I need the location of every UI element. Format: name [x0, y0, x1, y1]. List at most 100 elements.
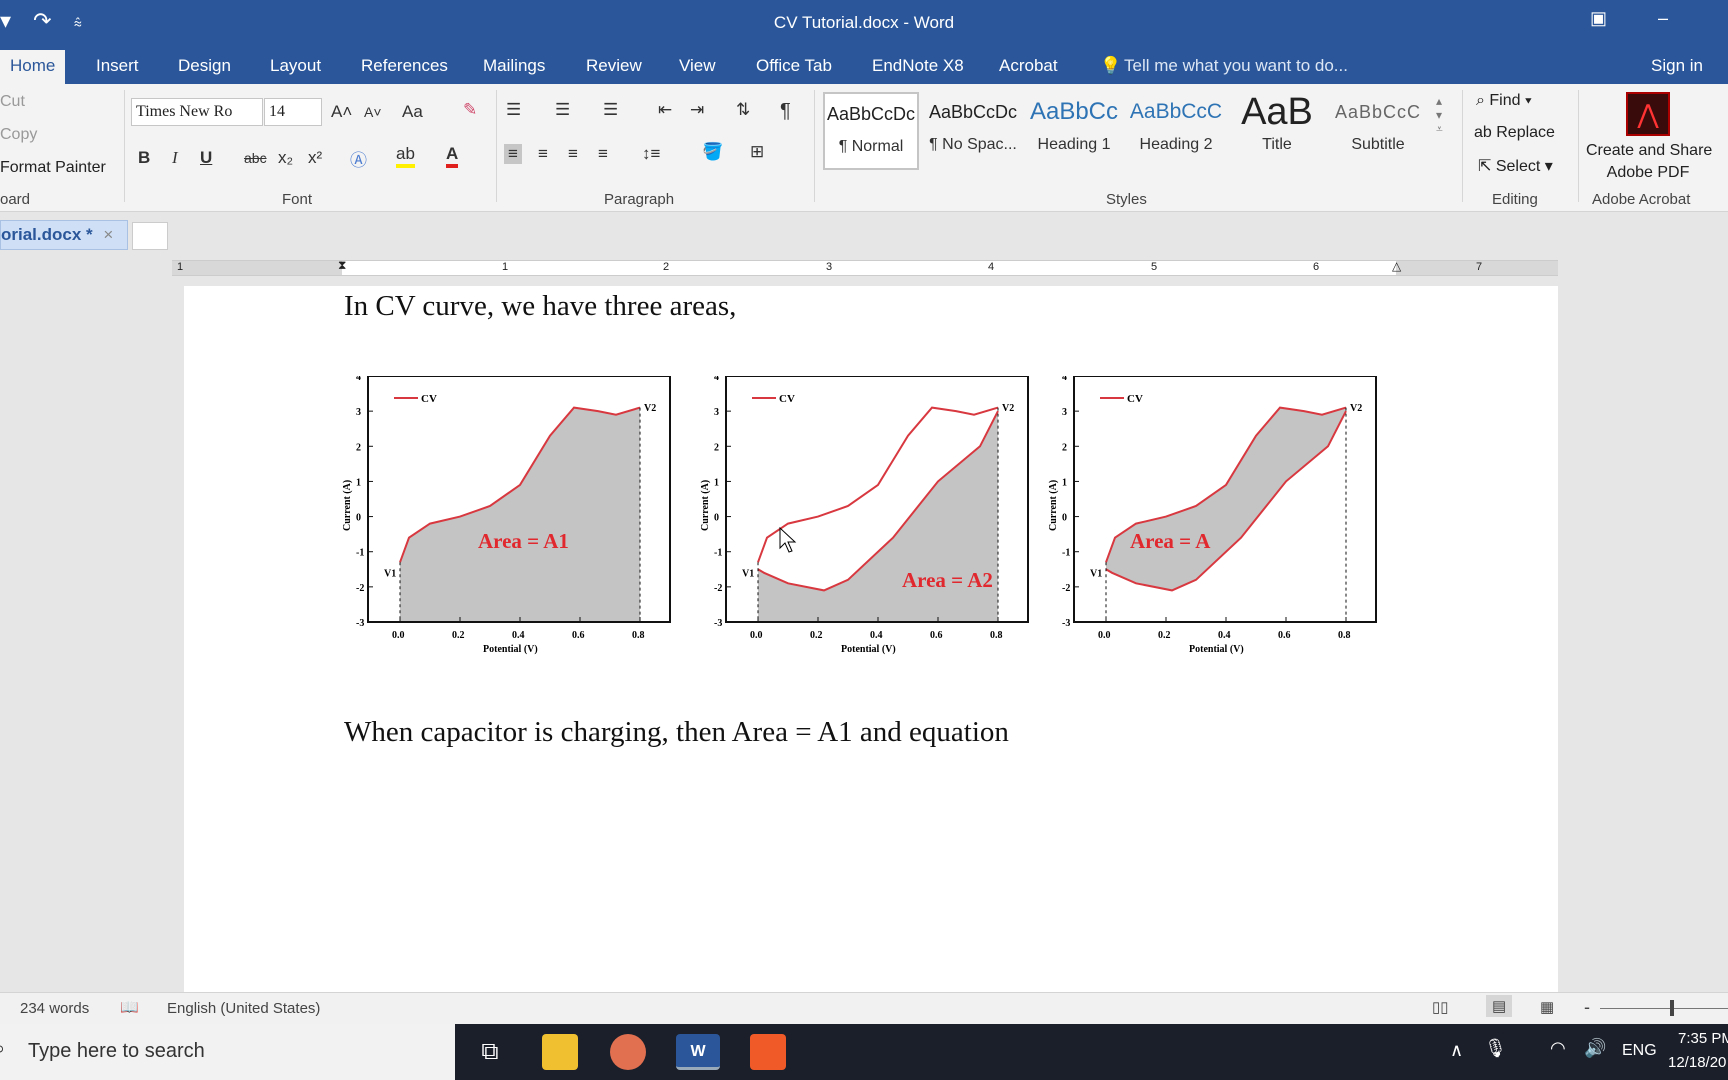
network-icon[interactable]: ◠	[1550, 1038, 1566, 1059]
superscript-button[interactable]: x²	[308, 148, 322, 168]
align-left-icon[interactable]: ≡	[504, 144, 522, 164]
zoom-out-button[interactable]: -	[1584, 997, 1590, 1018]
underline-button[interactable]: U	[200, 148, 212, 168]
microphone-icon[interactable]: 🎙	[1484, 1038, 1507, 1059]
tab-references[interactable]: References	[361, 56, 448, 76]
adobe-pdf-icon[interactable]: ⋀	[1626, 92, 1670, 136]
cut-button[interactable]: Cut	[0, 93, 25, 111]
tab-office-tab[interactable]: Office Tab	[756, 56, 832, 76]
y-axis-label: Current (A)	[342, 480, 353, 531]
file-explorer-icon[interactable]	[542, 1034, 578, 1070]
create-pdf-label[interactable]: Create and Share Adobe PDF	[1586, 140, 1712, 184]
volume-icon[interactable]: 🔊	[1584, 1038, 1606, 1059]
close-icon[interactable]: ×	[103, 225, 113, 244]
style-no-spacing[interactable]: AaBbCcDc ¶ No Spac...	[925, 92, 1021, 170]
bold-button[interactable]: B	[138, 148, 150, 168]
x-tick-label: 0.8	[632, 630, 645, 641]
recorder-icon[interactable]	[750, 1034, 786, 1070]
decrease-indent-icon[interactable]: ⇤	[658, 100, 672, 120]
app-icon[interactable]	[610, 1034, 646, 1070]
line-spacing-icon[interactable]: ↕≡	[642, 144, 660, 164]
increase-indent-icon[interactable]: ⇥	[690, 100, 704, 120]
align-center-icon[interactable]: ≡	[538, 144, 548, 164]
sort-icon[interactable]: ⇅	[736, 100, 750, 120]
cv-panel-1: V1 V2 CV 4 3 2 1 0 -1 -2 -3 0.0 0.2 0.4 0.6 0.8 Potentia…	[342, 376, 671, 655]
doc-tab-active[interactable]: orial.docx * ×	[0, 220, 128, 250]
font-color-icon[interactable]: A	[446, 144, 459, 168]
tab-mailings[interactable]: Mailings	[483, 56, 545, 76]
right-indent-marker-icon[interactable]: △	[1392, 259, 1401, 273]
taskbar-search[interactable]: ⌕ Type here to search	[0, 1024, 455, 1080]
style-subtitle[interactable]: AaBbCcC Subtitle	[1330, 92, 1426, 170]
justify-icon[interactable]: ≡	[598, 144, 608, 164]
x-tick-label: 0.4	[512, 630, 525, 641]
italic-button[interactable]: I	[172, 148, 178, 168]
y-tick-label: 0	[1062, 513, 1067, 524]
bullets-icon[interactable]: ☰	[506, 100, 521, 120]
shrink-font-button[interactable]: A˅	[364, 104, 382, 120]
text-effects-icon[interactable]: Ⓐ	[350, 146, 367, 171]
style-heading-2[interactable]: AaBbCcC Heading 2	[1128, 92, 1224, 170]
numbering-icon[interactable]: ☰	[555, 100, 570, 120]
subscript-button[interactable]: x₂	[278, 148, 293, 168]
styles-scroll-icon[interactable]: ▴ ▾ ⩡	[1436, 94, 1443, 137]
tab-layout[interactable]: Layout	[270, 56, 321, 76]
find-button[interactable]: ⌕ Find ▾	[1476, 92, 1532, 110]
tell-me-box[interactable]: Tell me what you want to do...	[1124, 56, 1348, 76]
status-bar: 234 words 📖 English (United States) ▯▯ ▤…	[0, 992, 1728, 1024]
language-icon[interactable]: ENG	[1622, 1042, 1657, 1060]
style-name: Subtitle	[1351, 136, 1405, 153]
word-count[interactable]: 234 words	[20, 1000, 89, 1017]
tab-home[interactable]: Home	[0, 50, 66, 84]
multilevel-list-icon[interactable]: ☰	[603, 100, 618, 120]
horizontal-ruler[interactable]: 1 1 2 3 4 5 6 7 ⧗ △	[172, 258, 1558, 276]
strikethrough-button[interactable]: abc	[244, 150, 267, 166]
change-case-button[interactable]: Aa	[402, 102, 423, 122]
tab-design[interactable]: Design	[178, 56, 231, 76]
style-heading-1[interactable]: AaBbCc Heading 1	[1026, 92, 1122, 170]
word-icon[interactable]: W	[676, 1034, 720, 1070]
find-label: Find	[1489, 92, 1521, 109]
highlight-icon[interactable]: ab	[396, 144, 415, 168]
sign-in-link[interactable]: Sign in	[1651, 56, 1703, 76]
task-view-icon[interactable]: ⧉	[472, 1034, 508, 1070]
replace-button[interactable]: ab Replace	[1474, 124, 1555, 142]
borders-icon[interactable]: ⊞	[750, 142, 764, 162]
ribbon-display-icon[interactable]: ▣	[1590, 8, 1607, 29]
tab-insert[interactable]: Insert	[96, 56, 139, 76]
print-layout-icon[interactable]: ▤	[1486, 995, 1513, 1017]
show-formatting-icon[interactable]: ¶	[780, 100, 791, 123]
font-name-combo[interactable]: Times New Ro	[131, 98, 263, 126]
tab-review[interactable]: Review	[586, 56, 642, 76]
taskbar: ⌕ Type here to search ⧉ W ∧ 🎙 ◠ 🔊 ENG 7:…	[0, 1024, 1728, 1080]
clock-date[interactable]: 12/18/20	[1668, 1054, 1726, 1071]
chevron-up-icon[interactable]: ∧	[1450, 1040, 1463, 1061]
web-layout-icon[interactable]: ▦	[1540, 998, 1554, 1016]
style-name: ¶ No Spac...	[929, 136, 1017, 153]
indent-marker-icon[interactable]: ⧗	[338, 258, 346, 273]
copy-button[interactable]: Copy	[0, 126, 37, 144]
align-right-icon[interactable]: ≡	[568, 144, 578, 164]
read-mode-icon[interactable]: ▯▯	[1432, 998, 1449, 1016]
style-title[interactable]: AaB Title	[1229, 92, 1325, 170]
minimize-button[interactable]: –	[1658, 8, 1668, 29]
grow-font-button[interactable]: A˄	[331, 102, 352, 122]
tab-view[interactable]: View	[679, 56, 716, 76]
tab-endnote[interactable]: EndNote X8	[872, 56, 964, 76]
font-size-combo[interactable]: 14	[264, 98, 322, 126]
style-name: Heading 2	[1139, 136, 1213, 153]
zoom-slider[interactable]	[1600, 1008, 1728, 1009]
style-normal[interactable]: AaBbCcDc ¶ Normal	[823, 92, 919, 170]
clear-formatting-icon[interactable]: ✎	[463, 100, 477, 120]
document-page[interactable]: In CV curve, we have three areas, V1 V2 CV…	[184, 286, 1558, 992]
tab-acrobat[interactable]: Acrobat	[999, 56, 1058, 76]
new-tab-button[interactable]	[132, 222, 168, 250]
language-indicator[interactable]: English (United States)	[167, 1000, 320, 1017]
y-tick-label: 3	[356, 407, 361, 418]
clock-time[interactable]: 7:35 PM	[1678, 1030, 1728, 1047]
select-button[interactable]: ⇱ Select ▾	[1478, 156, 1553, 176]
zoom-slider-thumb[interactable]	[1670, 1000, 1674, 1016]
shading-icon[interactable]: 🪣	[702, 142, 723, 162]
format-painter-button[interactable]: Format Painter	[0, 159, 106, 177]
proofing-icon[interactable]: 📖	[120, 998, 139, 1016]
